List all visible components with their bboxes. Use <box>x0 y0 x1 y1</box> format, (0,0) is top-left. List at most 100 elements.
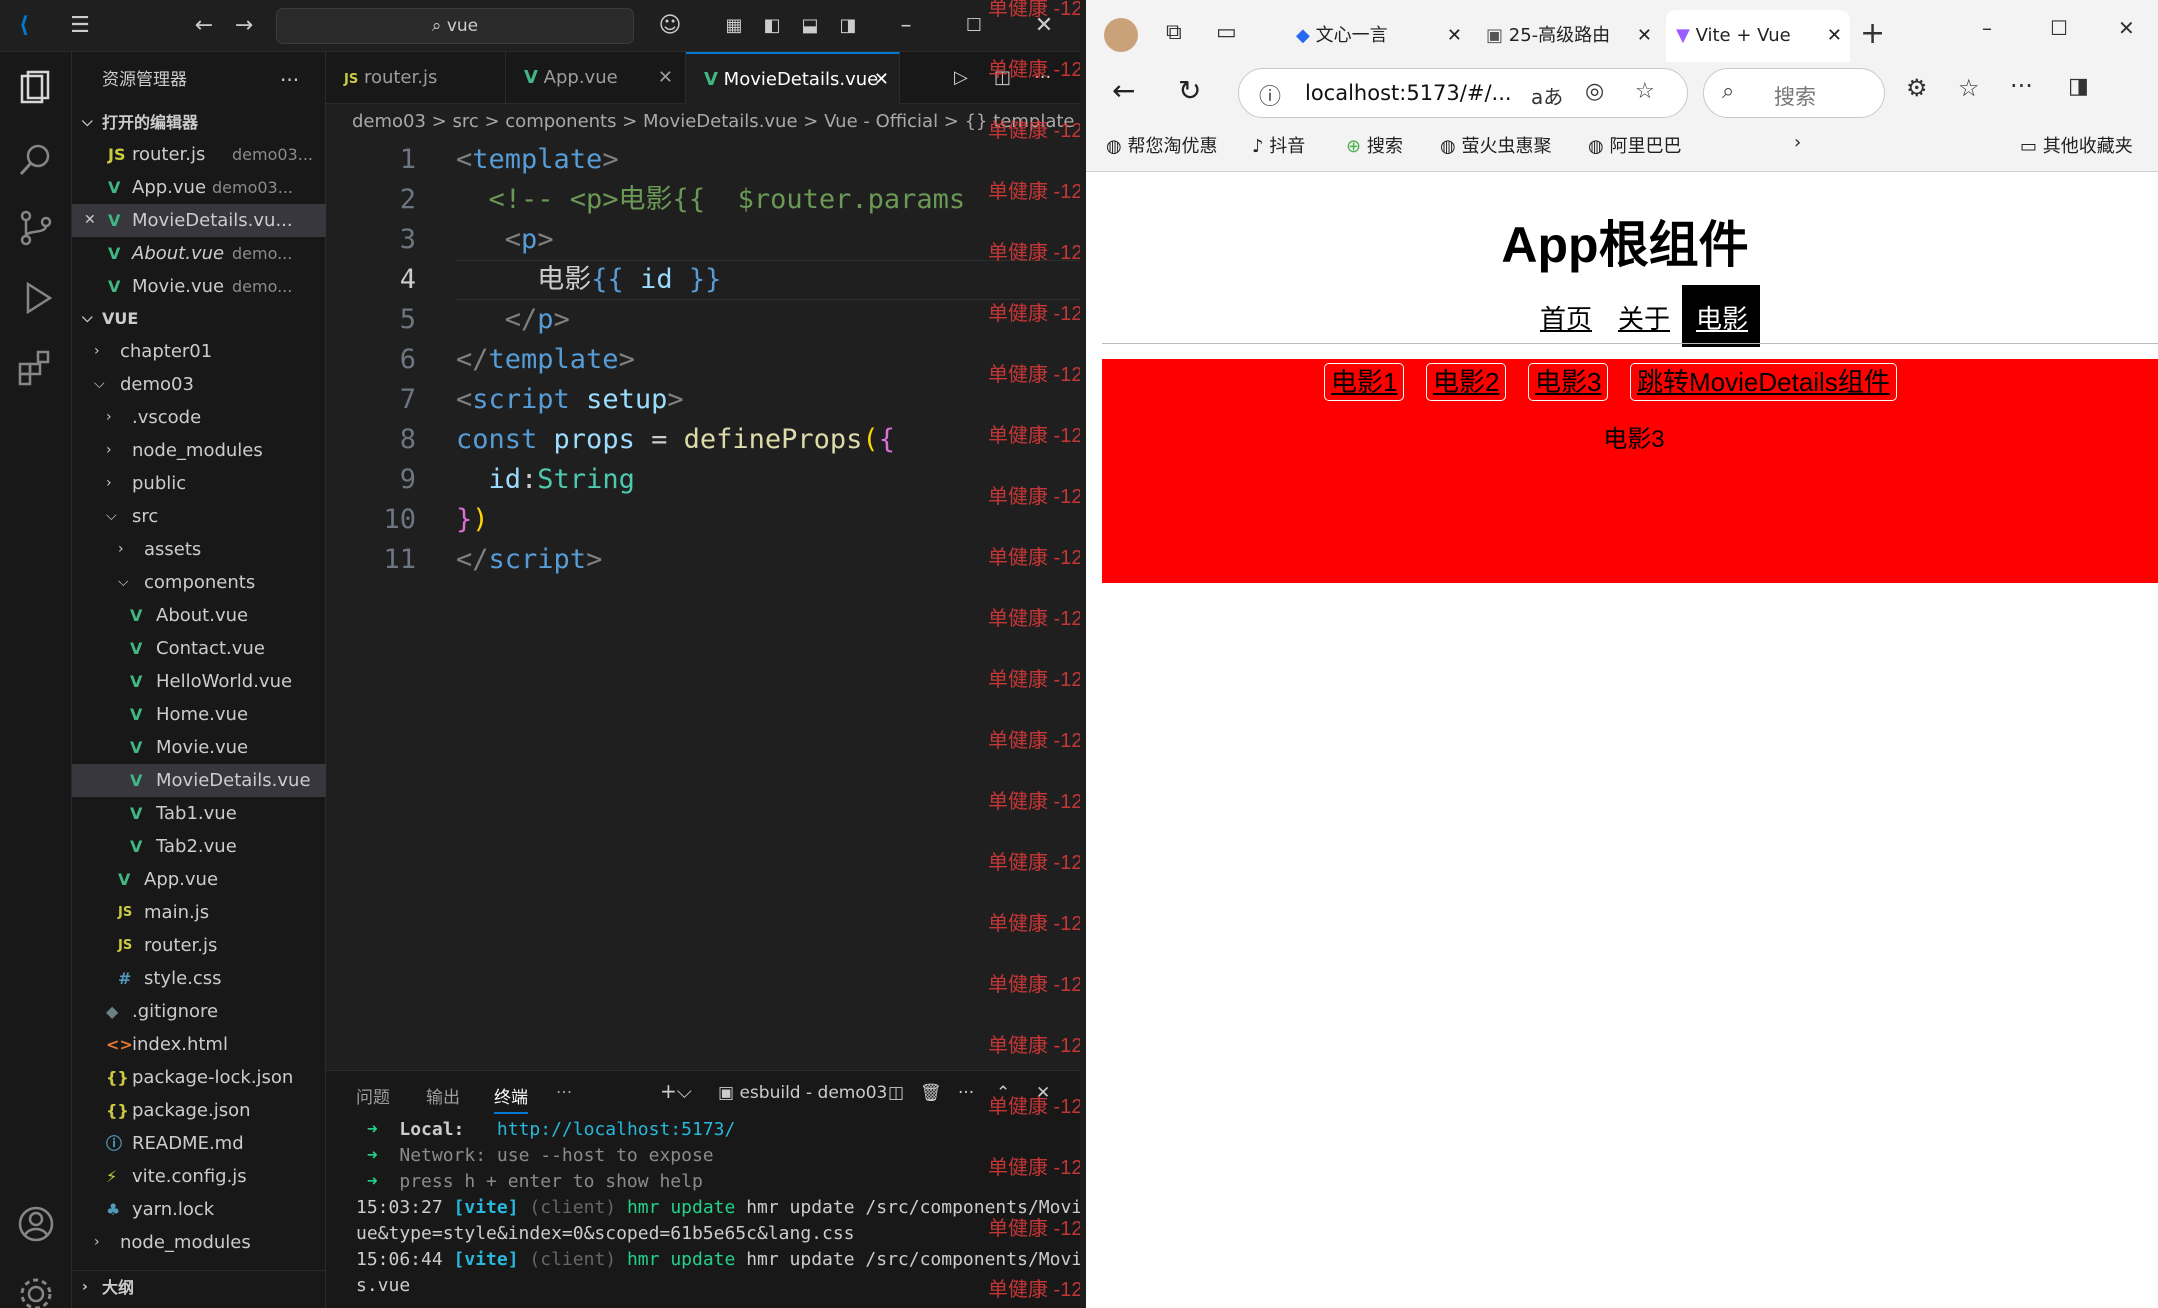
tree-item[interactable]: ⌵ demo03 <box>72 368 326 401</box>
outline-header[interactable]: › 大纲 <box>72 1270 326 1303</box>
tree-item[interactable]: › node_modules <box>72 434 326 467</box>
breadcrumb[interactable]: demo03 > src > components > MovieDetails… <box>326 104 1080 140</box>
nav-link-about[interactable]: 关于 <box>1618 299 1670 336</box>
minimize-icon[interactable]: – <box>892 12 920 40</box>
more-menu-icon[interactable]: ··· <box>2010 72 2033 100</box>
layout-icon[interactable]: ▦ <box>720 12 748 40</box>
workspaces-icon[interactable]: ⧉ <box>1166 20 1182 45</box>
read-aloud-icon[interactable]: aあ <box>1531 81 1563 110</box>
toggle-sidebar-icon[interactable]: ◧ <box>758 12 786 40</box>
more-actions-icon[interactable]: ··· <box>958 1083 974 1103</box>
tree-item[interactable]: <> index.html <box>72 1028 326 1061</box>
tree-item[interactable]: V Tab2.vue <box>72 830 326 863</box>
source-control-icon[interactable] <box>14 206 58 250</box>
open-editor-item[interactable]: ✕ V MovieDetails.vu... <box>72 204 326 237</box>
bookmark-taobao[interactable]: ◍ 帮您淘优惠 <box>1106 132 1217 158</box>
tree-item[interactable]: JS main.js <box>72 896 326 929</box>
more-actions-icon[interactable]: ··· <box>280 64 299 97</box>
new-tab-icon[interactable]: + <box>1860 16 1885 51</box>
tab-actions-icon[interactable]: ▭ <box>1216 20 1237 45</box>
terminal-selector[interactable]: ▣ esbuild - demo03 <box>718 1083 887 1103</box>
tree-item[interactable]: V MovieDetails.vue <box>72 764 326 797</box>
back-icon[interactable]: ← <box>1112 74 1135 107</box>
tree-item[interactable]: V About.vue <box>72 599 326 632</box>
close-icon[interactable]: ✕ <box>84 204 96 237</box>
tree-item[interactable]: ◆ .gitignore <box>72 995 326 1028</box>
profile-avatar[interactable] <box>1104 18 1138 52</box>
tree-item[interactable]: V Contact.vue <box>72 632 326 665</box>
tree-item[interactable]: › chapter01 <box>72 335 326 368</box>
tree-item[interactable]: {} package.json <box>72 1094 326 1127</box>
account-icon[interactable] <box>14 1202 58 1246</box>
new-terminal-icon[interactable]: +⌵ <box>660 1079 692 1103</box>
tab-moviedetails-vue[interactable]: V MovieDetails.vue ✕ <box>686 52 900 104</box>
close-tab-icon[interactable]: ✕ <box>1827 10 1842 62</box>
browser-tab-wenxin[interactable]: ◆ 文心一言 ✕ <box>1286 10 1470 62</box>
tree-item[interactable]: {} package-lock.json <box>72 1061 326 1094</box>
tree-item[interactable]: V Tab1.vue <box>72 797 326 830</box>
bookmark-yinghuochong[interactable]: ◍ 萤火虫惠聚 <box>1440 132 1551 158</box>
tab-router-js[interactable]: JS router.js <box>326 52 506 104</box>
tree-item[interactable]: V App.vue <box>72 863 326 896</box>
toggle-secondary-icon[interactable]: ◨ <box>834 12 862 40</box>
split-terminal-icon[interactable]: ◫ <box>888 1083 904 1103</box>
tree-item[interactable]: V HelloWorld.vue <box>72 665 326 698</box>
browser-search-box[interactable]: ⌕ 搜索 <box>1703 68 1885 118</box>
tree-item[interactable]: ♣ yarn.lock <box>72 1193 326 1226</box>
command-center-search[interactable]: ⌕ vue <box>276 8 634 44</box>
search-icon[interactable] <box>14 138 58 182</box>
bookmark-other[interactable]: ▭ 其他收藏夹 <box>2020 132 2133 158</box>
tree-item[interactable]: V Movie.vue <box>72 731 326 764</box>
tree-item[interactable]: JS router.js <box>72 929 326 962</box>
bookmark-douyin[interactable]: ♪ 抖音 <box>1252 132 1305 158</box>
address-bar[interactable]: ⓘ localhost:5173/#/... aあ ◎ ☆ <box>1238 68 1688 118</box>
settings-gear-icon[interactable] <box>14 1272 58 1308</box>
panel-tab-problems[interactable]: 问题 <box>356 1083 390 1108</box>
tab-app-vue[interactable]: V App.vue ✕ <box>506 52 686 104</box>
favorite-star-icon[interactable]: ☆ <box>1635 79 1655 104</box>
toggle-panel-icon[interactable]: ⬓ <box>796 12 824 40</box>
movie-link-3[interactable]: 电影3 <box>1528 363 1609 401</box>
edge-icon[interactable]: ◎ <box>1585 79 1604 104</box>
copilot-icon[interactable]: ☺ <box>656 12 684 40</box>
tree-item[interactable]: V Home.vue <box>72 698 326 731</box>
tree-item[interactable]: › .vscode <box>72 401 326 434</box>
bookmark-alibaba[interactable]: ◍ 阿里巴巴 <box>1588 132 1681 158</box>
tree-item[interactable]: ⌵ src <box>72 500 326 533</box>
close-window-icon[interactable]: ✕ <box>2118 16 2135 40</box>
forward-icon[interactable]: → <box>230 12 258 40</box>
minimize-icon[interactable]: – <box>1982 16 1992 40</box>
code-editor[interactable]: 1 2 3 4 5 6 7 8 9 10 11 <template> <!-- <p>电影{{ $r… <box>326 140 1080 1070</box>
open-editor-item[interactable]: V Movie.vue demo... <box>72 270 326 303</box>
movie-details-link[interactable]: 跳转MovieDetails组件 <box>1630 363 1897 401</box>
tree-item[interactable]: ⌵ components <box>72 566 326 599</box>
maximize-icon[interactable]: ☐ <box>960 12 988 40</box>
close-tab-icon[interactable]: ✕ <box>874 54 889 104</box>
nav-link-movie[interactable]: 电影 <box>1696 299 1748 336</box>
tree-item[interactable]: › public <box>72 467 326 500</box>
panel-tab-output[interactable]: 输出 <box>426 1083 460 1108</box>
run-debug-icon[interactable] <box>14 276 58 320</box>
tree-item[interactable]: # style.css <box>72 962 326 995</box>
tree-item[interactable]: › assets <box>72 533 326 566</box>
browser-tab-router[interactable]: ▣ 25-高级路由 ✕ <box>1476 10 1660 62</box>
movie-link-2[interactable]: 电影2 <box>1426 363 1507 401</box>
movie-link-1[interactable]: 电影1 <box>1324 363 1405 401</box>
back-icon[interactable]: ← <box>190 12 218 40</box>
open-editor-item[interactable]: JS router.js demo03... <box>72 138 326 171</box>
panel-tab-terminal[interactable]: 终端 <box>494 1083 528 1114</box>
trash-icon[interactable]: 🗑 <box>920 1083 942 1103</box>
tree-item[interactable]: ⓘ README.md <box>72 1127 326 1160</box>
explorer-icon[interactable] <box>14 68 58 112</box>
tree-item[interactable]: ⚡ vite.config.js <box>72 1160 326 1193</box>
open-editor-item[interactable]: V About.vue demo... <box>72 237 326 270</box>
menu-icon[interactable]: ☰ <box>66 12 94 40</box>
browser-tab-vite[interactable]: ▼ Vite + Vue ✕ <box>1666 10 1850 62</box>
nav-link-home[interactable]: 首页 <box>1540 299 1592 336</box>
open-editor-item[interactable]: V App.vue demo03... <box>72 171 326 204</box>
workspace-header[interactable]: ⌵ VUE <box>72 302 326 335</box>
info-icon[interactable]: ⓘ <box>1259 79 1281 111</box>
local-url-link[interactable]: http://localhost:5173/ <box>497 1119 735 1140</box>
chevron-right-icon[interactable]: › <box>1794 132 1801 153</box>
refresh-icon[interactable]: ↻ <box>1178 74 1201 107</box>
